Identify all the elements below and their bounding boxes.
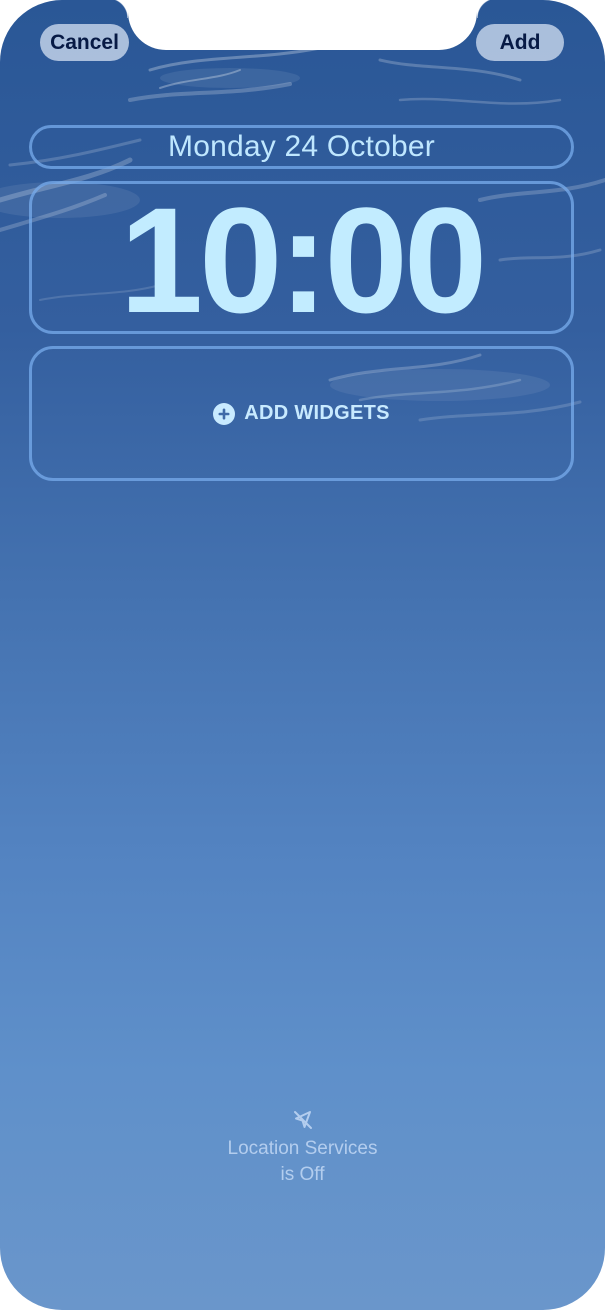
lock-screen-editor: Cancel Add Monday 24 October 10:00 ADD W… <box>0 0 605 1310</box>
location-status-line1: Location Services <box>227 1138 378 1159</box>
date-label: Monday 24 October <box>168 130 435 163</box>
device-notch <box>108 0 497 50</box>
cancel-button[interactable]: Cancel <box>40 24 129 61</box>
date-widget-slot[interactable]: Monday 24 October <box>29 125 574 169</box>
widgets-slot[interactable]: ADD WIDGETS <box>29 346 574 481</box>
add-widgets-label: ADD WIDGETS <box>244 402 390 424</box>
plus-circle-icon <box>213 402 236 425</box>
clock-slot[interactable]: 10:00 <box>29 175 574 344</box>
location-status-line2: is Off <box>280 1164 325 1185</box>
add-button[interactable]: Add <box>476 24 564 61</box>
add-widgets-button[interactable]: ADD WIDGETS <box>213 402 390 425</box>
clock-time: 10:00 <box>119 175 488 344</box>
location-off-icon <box>293 1111 312 1129</box>
location-status: Location Services is Off <box>0 1108 605 1188</box>
